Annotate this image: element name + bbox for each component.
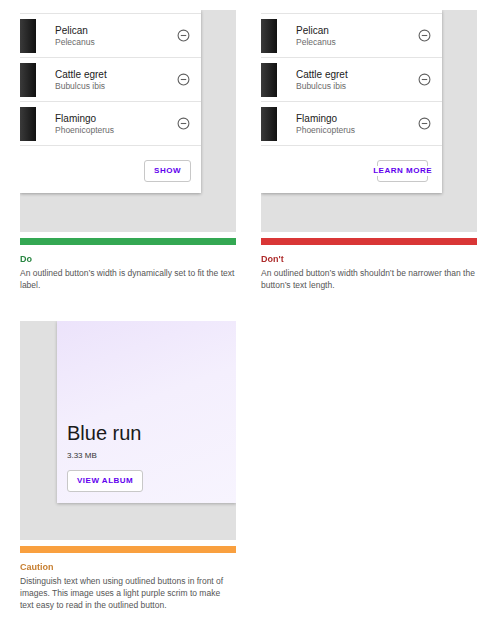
row-title: Flamingo: [296, 112, 418, 125]
bird-photo: [261, 107, 277, 141]
row-subtitle: Bubulcus ibis: [296, 81, 418, 92]
bird-photo: [20, 19, 36, 53]
card-meta: 3.33 MB: [67, 451, 97, 460]
bird-photo: [261, 63, 277, 97]
outlined-button[interactable]: SHOW: [144, 160, 191, 182]
row-title: Cattle egret: [296, 68, 418, 81]
row-text: PelicanPelecanus: [55, 24, 177, 48]
guideline-example: Blue run 3.33 MB VIEW ALBUM Caution Distingu…: [20, 321, 236, 611]
bird-photo: [20, 107, 36, 141]
verdict-bar: [20, 238, 236, 245]
minus-circle-icon[interactable]: [177, 29, 190, 42]
verdict-label: Do: [20, 254, 236, 264]
row-title: Flamingo: [55, 112, 177, 125]
row-subtitle: Phoenicopterus: [55, 125, 177, 136]
card-actions: LEARN MORE: [261, 146, 442, 193]
list-card: PelicanPelecanus Cattle egretBubulcus ibi…: [261, 10, 442, 193]
minus-circle-icon[interactable]: [177, 73, 190, 86]
list-row[interactable]: Cattle egretBubulcus ibis: [20, 58, 201, 102]
verdict-label: Caution: [20, 562, 236, 572]
list-row[interactable]: PelicanPelecanus: [261, 14, 442, 58]
demo-area: PelicanPelecanus Cattle egretBubulcus ibi…: [20, 10, 236, 232]
row-subtitle: Pelecanus: [296, 37, 418, 48]
button-label: VIEW ALBUM: [77, 476, 133, 486]
verdict-label: Don't: [261, 254, 477, 264]
demo-area: Blue run 3.33 MB VIEW ALBUM: [20, 321, 236, 540]
list-card: PelicanPelecanus Cattle egretBubulcus ibi…: [20, 10, 201, 193]
minus-circle-icon[interactable]: [418, 73, 431, 86]
card-title: Blue run: [67, 421, 142, 445]
button-label: LEARN MORE: [373, 166, 432, 176]
guideline-page: PelicanPelecanusCattle egretBubulcus ibi…: [0, 0, 500, 611]
verdict-bar: [20, 546, 236, 553]
caption: An outlined button’s width shouldn’t be …: [261, 267, 477, 291]
list-row[interactable]: PelicanPelecanus: [20, 14, 201, 58]
list-row[interactable]: Cattle egretBubulcus ibis: [261, 58, 442, 102]
minus-circle-icon[interactable]: [418, 29, 431, 42]
guideline-example: PelicanPelecanus Cattle egretBubulcus ibi…: [20, 10, 236, 291]
button-label: SHOW: [154, 166, 181, 176]
row-text: FlamingoPhoenicopterus: [55, 112, 177, 136]
row-subtitle: Bubulcus ibis: [55, 81, 177, 92]
row-text: Cattle egretBubulcus ibis: [55, 68, 177, 92]
outlined-button[interactable]: VIEW ALBUM: [67, 470, 143, 492]
row-subtitle: Pelecanus: [55, 37, 177, 48]
minus-circle-icon[interactable]: [418, 117, 431, 130]
guideline-example: PelicanPelecanus Cattle egretBubulcus ibi…: [261, 10, 477, 291]
row-title: Cattle egret: [55, 68, 177, 81]
bird-photo: [20, 63, 36, 97]
list-row[interactable]: FlamingoPhoenicopterus: [261, 102, 442, 146]
card-actions: SHOW: [20, 146, 201, 193]
row-text: FlamingoPhoenicopterus: [296, 112, 418, 136]
row-title: Pelican: [55, 24, 177, 37]
media-card: Blue run 3.33 MB VIEW ALBUM: [57, 321, 236, 503]
outlined-button[interactable]: LEARN MORE: [373, 160, 432, 182]
row-title: Pelican: [296, 24, 418, 37]
row-subtitle: Phoenicopterus: [296, 125, 418, 136]
row-text: Cattle egretBubulcus ibis: [296, 68, 418, 92]
minus-circle-icon[interactable]: [177, 117, 190, 130]
bird-photo: [261, 19, 277, 53]
row-text: PelicanPelecanus: [296, 24, 418, 48]
verdict-bar: [261, 238, 477, 245]
list-row[interactable]: FlamingoPhoenicopterus: [20, 102, 201, 146]
caption: Distinguish text when using outlined but…: [20, 575, 236, 611]
caption: An outlined button’s width is dynamicall…: [20, 267, 236, 291]
demo-area: PelicanPelecanus Cattle egretBubulcus ibi…: [261, 10, 477, 232]
